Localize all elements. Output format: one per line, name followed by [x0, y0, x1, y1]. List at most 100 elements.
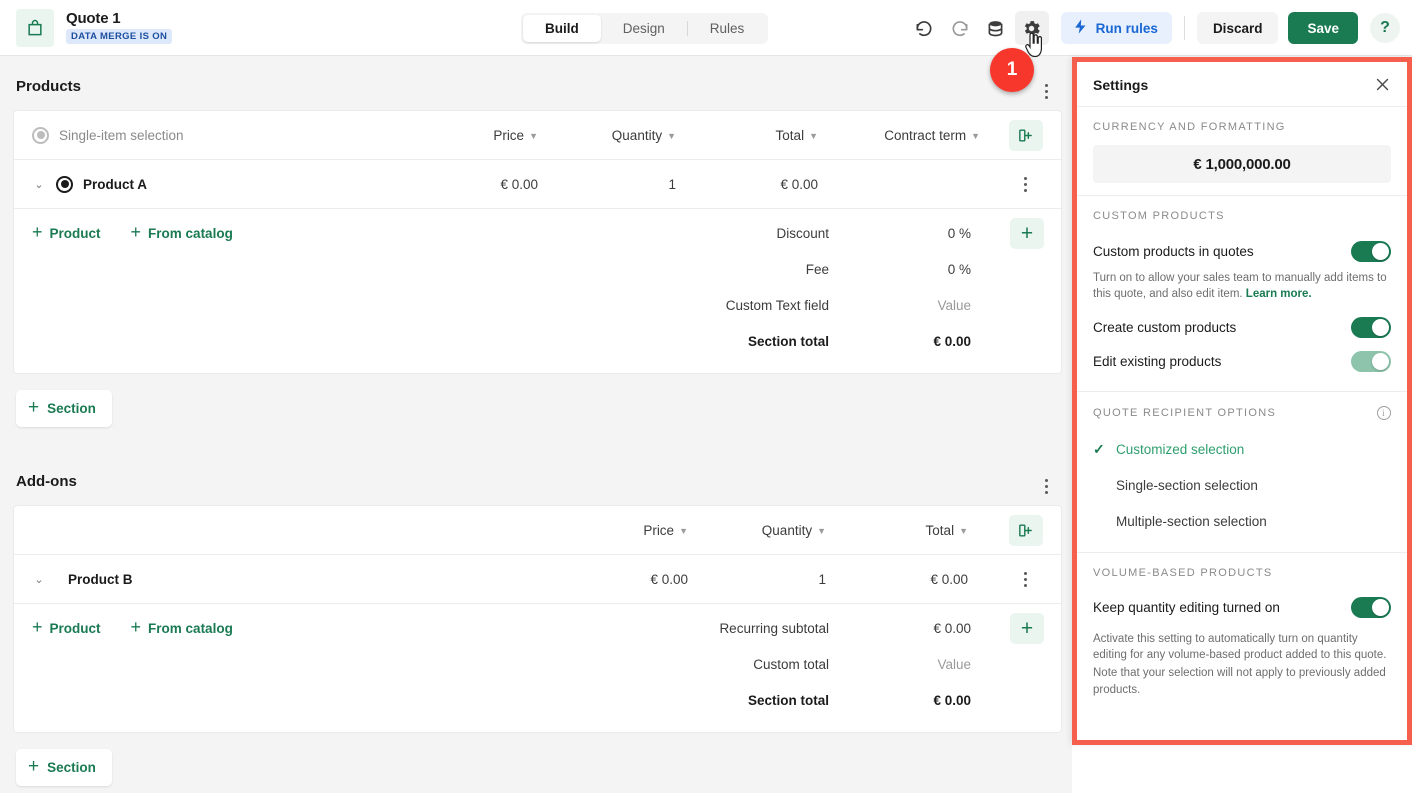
plus-icon: +: [32, 222, 43, 242]
tab-rules[interactable]: Rules: [688, 15, 767, 42]
chevron-down-icon: ▼: [529, 130, 538, 141]
product-name: Product B: [68, 571, 133, 587]
chevron-down-icon: ▼: [809, 130, 818, 141]
custom-products-section: CUSTOM PRODUCTS Custom products in quote…: [1077, 196, 1407, 392]
product-radio[interactable]: [56, 175, 73, 193]
column-header-total[interactable]: Total ▼: [850, 523, 990, 538]
add-product-button[interactable]: + Product: [32, 617, 101, 637]
data-merge-badge: DATA MERGE IS ON: [66, 29, 173, 45]
save-button[interactable]: Save: [1288, 12, 1358, 44]
add-column-icon[interactable]: [1008, 514, 1043, 546]
total-row-section-total: Section total € 0.00: [747, 333, 971, 349]
product-quantity: 1: [818, 571, 826, 587]
total-row-custom-text-field: Custom Text field Value: [725, 297, 971, 313]
table-row[interactable]: ⌄ Product B € 0.00 1 € 0.00: [14, 555, 1061, 604]
database-icon[interactable]: [979, 11, 1013, 45]
settings-panel: Settings CURRENCY AND FORMATTING € 1,000…: [1077, 62, 1407, 740]
selection-mode-cell: Single-item selection: [14, 126, 410, 144]
toggle-row-keep-quantity-editing: Keep quantity editing turned on: [1093, 591, 1391, 625]
redo-icon[interactable]: [943, 11, 977, 45]
row-menu[interactable]: [1013, 171, 1039, 197]
chevron-down-icon: ▼: [959, 525, 968, 536]
product-price: € 0.00: [500, 176, 538, 192]
quote-builder-app: Quote 1 DATA MERGE IS ON Build Design Ru…: [0, 0, 1412, 793]
row-menu[interactable]: [1013, 566, 1039, 592]
currency-section: CURRENCY AND FORMATTING € 1,000,000.00: [1077, 107, 1407, 196]
plus-icon: +: [28, 397, 40, 418]
currency-heading: CURRENCY AND FORMATTING: [1093, 121, 1286, 133]
add-from-catalog-button[interactable]: + From catalog: [131, 618, 233, 637]
volume-based-help-text-1: Activate this setting to automatically t…: [1093, 632, 1387, 661]
section-menu-products[interactable]: [1033, 78, 1059, 104]
toggle-label: Custom products in quotes: [1093, 243, 1254, 259]
section-menu-addons[interactable]: [1033, 473, 1059, 499]
add-section-button-1[interactable]: + Section: [16, 390, 112, 427]
help-button[interactable]: ?: [1370, 13, 1400, 43]
add-total-row-button[interactable]: +: [1010, 217, 1044, 249]
toggle-label: Keep quantity editing turned on: [1093, 600, 1280, 616]
plus-icon: +: [32, 617, 43, 637]
toggle-keep-quantity-editing[interactable]: [1351, 597, 1391, 619]
run-rules-label: Run rules: [1095, 20, 1158, 36]
add-product-button[interactable]: + Product: [32, 222, 101, 242]
section-header-addons: Add-ons: [0, 451, 1075, 506]
products-column-header: Single-item selection Price ▼ Quantity ▼ T…: [14, 111, 1061, 160]
close-icon[interactable]: [1374, 76, 1391, 93]
tab-design[interactable]: Design: [601, 15, 687, 42]
column-header-total[interactable]: Total ▼: [700, 128, 840, 143]
column-header-quantity[interactable]: Quantity ▼: [710, 523, 850, 538]
add-total-row-button[interactable]: +: [1010, 612, 1044, 644]
option-customized-selection[interactable]: ✓ Customized selection: [1093, 432, 1391, 468]
chevron-down-icon: ▼: [971, 130, 980, 141]
addons-totals: Recurring subtotal € 0.00 + Custom total…: [560, 604, 1061, 732]
products-table: Single-item selection Price ▼ Quantity ▼ T…: [14, 111, 1061, 373]
panel-bottom-filler: [1072, 745, 1412, 793]
settings-header: Settings: [1077, 62, 1407, 107]
document-identity: Quote 1 DATA MERGE IS ON: [0, 8, 173, 47]
toggle-row-edit-existing-products: Edit existing products: [1093, 345, 1391, 379]
volume-based-help-text-2: Note that your selection will not apply …: [1093, 667, 1386, 696]
addons-column-header: Price ▼ Quantity ▼ Total ▼: [14, 506, 1061, 555]
column-header-quantity[interactable]: Quantity ▼: [560, 128, 700, 143]
table-row[interactable]: ⌄ Product A € 0.00 1 € 0.00: [14, 160, 1061, 209]
top-toolbar: Quote 1 DATA MERGE IS ON Build Design Ru…: [0, 0, 1412, 56]
selection-mode-radio[interactable]: [32, 126, 49, 144]
toggle-label: Edit existing products: [1093, 354, 1222, 370]
column-header-price[interactable]: Price ▼: [560, 523, 710, 538]
chevron-down-icon: ▼: [679, 525, 688, 536]
lightning-icon: [1072, 18, 1089, 38]
toolbar-divider: [1183, 16, 1185, 40]
option-multiple-section-selection[interactable]: Multiple-section selection: [1093, 504, 1391, 540]
add-from-catalog-button[interactable]: + From catalog: [131, 223, 233, 242]
products-footer: + Product + From catalog Discount 0 % +: [14, 209, 1061, 373]
pointer-cursor-icon: [1022, 32, 1046, 65]
column-header-price[interactable]: Price ▼: [410, 128, 560, 143]
option-single-section-selection[interactable]: Single-section selection: [1093, 468, 1391, 504]
toggle-custom-products-in-quotes[interactable]: [1351, 240, 1391, 262]
toggle-label: Create custom products: [1093, 320, 1237, 336]
column-header-contract-term[interactable]: Contract term ▼: [840, 128, 990, 143]
total-row-custom-total: Custom total Value: [753, 656, 971, 672]
info-icon[interactable]: i: [1377, 405, 1391, 420]
addons-table: Price ▼ Quantity ▼ Total ▼ ⌄ Product B € 0.…: [14, 506, 1061, 732]
chevron-down-icon[interactable]: ⌄: [32, 178, 46, 191]
add-column-icon[interactable]: [1008, 119, 1043, 151]
undo-icon[interactable]: [907, 11, 941, 45]
check-icon: ✓: [1093, 441, 1105, 458]
discard-button[interactable]: Discard: [1196, 12, 1279, 44]
total-row-recurring-subtotal: Recurring subtotal € 0.00 +: [560, 610, 1061, 646]
chevron-down-icon: ▼: [817, 525, 826, 536]
add-section-button-2[interactable]: + Section: [16, 749, 112, 786]
toolbar-actions: Run rules Discard Save ?: [907, 0, 1400, 56]
currency-format-value[interactable]: € 1,000,000.00: [1093, 145, 1391, 183]
run-rules-button[interactable]: Run rules: [1060, 12, 1172, 44]
toggle-edit-existing-products[interactable]: [1351, 351, 1391, 373]
learn-more-link[interactable]: Learn more.: [1246, 288, 1312, 300]
tab-build[interactable]: Build: [523, 15, 601, 42]
settings-title: Settings: [1093, 76, 1149, 93]
products-totals: Discount 0 % + Fee 0 % Custom Text field…: [410, 209, 1061, 373]
total-row-fee: Fee 0 %: [805, 261, 971, 277]
toggle-create-custom-products[interactable]: [1351, 317, 1391, 339]
quote-canvas: Products Single-item selection Price ▼ Qu…: [0, 56, 1075, 793]
chevron-down-icon[interactable]: ⌄: [32, 573, 46, 586]
